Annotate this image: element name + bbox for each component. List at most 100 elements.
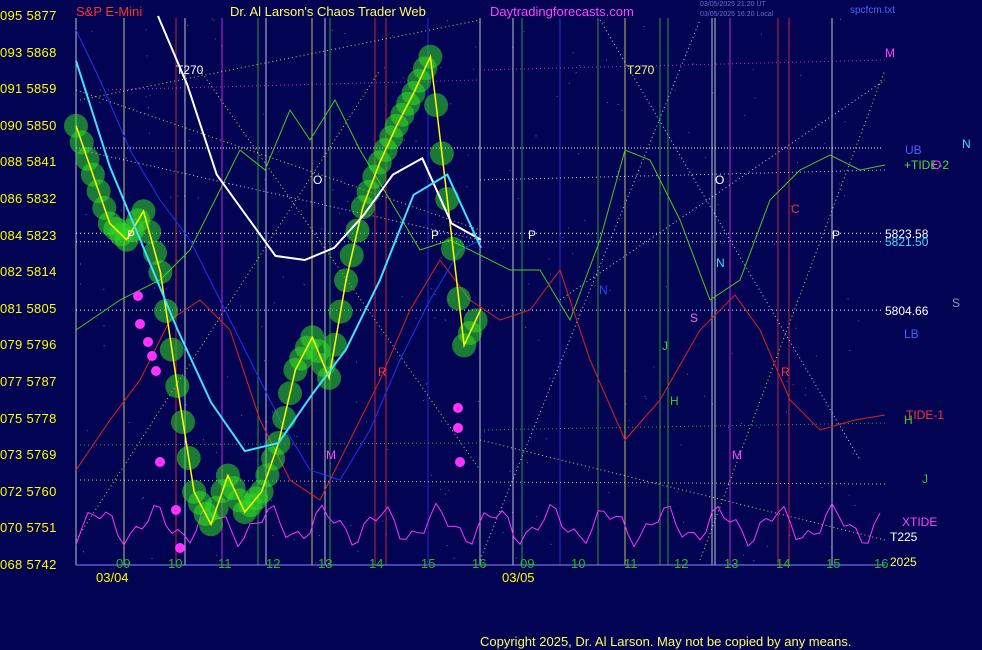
- y-tick-label: 086 5832: [0, 191, 57, 206]
- xtide-label: XTIDE: [902, 515, 938, 529]
- star-dot: [187, 24, 188, 26]
- star-dot: [536, 515, 538, 517]
- star-dot: [606, 59, 607, 61]
- star-dot: [786, 380, 788, 382]
- p-marker: P: [528, 228, 537, 242]
- x-hour-label: 12: [266, 556, 281, 571]
- star-dot: [705, 157, 707, 159]
- t270-marker: T270: [176, 63, 204, 77]
- star-dot: [272, 411, 273, 413]
- star-dot: [839, 183, 841, 185]
- star-dot: [550, 543, 552, 545]
- star-dot: [528, 283, 530, 285]
- star-dot: [752, 69, 754, 71]
- star-dot: [319, 535, 320, 537]
- star-dot: [538, 339, 540, 341]
- signal-dot: [171, 505, 181, 515]
- star-dot: [848, 494, 850, 496]
- star-dot: [556, 96, 558, 98]
- star-dot: [446, 20, 448, 21]
- star-dot: [509, 170, 511, 172]
- star-dot: [315, 562, 317, 564]
- y-tick-label: 081 5805: [0, 300, 57, 316]
- star-dot: [261, 326, 263, 328]
- n-label: N: [962, 137, 971, 151]
- star-dot: [263, 113, 265, 115]
- star-dot: [357, 550, 359, 552]
- timestamp-ut: 03/05/2025 21:20 UT: [700, 1, 766, 8]
- x-hour-label: 09: [520, 556, 535, 571]
- star-dot: [384, 67, 386, 69]
- m-label: M: [885, 46, 895, 60]
- t270-marker: T270: [627, 63, 655, 77]
- x-hour-label: 13: [318, 556, 333, 571]
- star-dot: [717, 203, 719, 205]
- star-dot: [441, 420, 443, 422]
- t225-label: T225: [890, 530, 918, 544]
- star-dot: [83, 551, 84, 553]
- star-dot: [125, 157, 127, 159]
- star-dot: [722, 242, 724, 244]
- x-hour-label: 10: [168, 556, 183, 571]
- x-hour-label: 12: [674, 556, 689, 571]
- star-dot: [240, 305, 242, 307]
- star-dot: [525, 327, 527, 329]
- star-dot: [211, 18, 213, 20]
- n-marker: N: [599, 283, 608, 297]
- star-dot: [785, 411, 787, 413]
- timestamp-local: 03/05/2025 16:20 Local: [700, 11, 774, 18]
- star-dot: [278, 150, 280, 152]
- star-dot: [423, 400, 425, 401]
- star-dot: [197, 197, 199, 199]
- tide2-label: +TIDE-2: [904, 158, 950, 172]
- star-dot: [677, 491, 679, 493]
- star-dot: [608, 491, 610, 493]
- star-dot: [151, 557, 153, 559]
- signal-dot: [135, 319, 145, 329]
- star-dot: [456, 146, 458, 148]
- star-dot: [85, 214, 87, 216]
- y-tick-label: 082 5814: [0, 264, 57, 280]
- star-dot: [674, 89, 676, 91]
- star-dot: [446, 545, 448, 547]
- m-marker: M: [732, 448, 742, 462]
- star-dot: [331, 29, 333, 31]
- star-dot: [628, 419, 630, 421]
- star-dot: [241, 414, 243, 416]
- signal-dot: [151, 366, 161, 376]
- star-dot: [621, 109, 623, 111]
- star-dot: [743, 554, 744, 556]
- star-dot: [227, 376, 229, 378]
- star-dot: [617, 171, 619, 172]
- star-dot: [568, 227, 570, 229]
- star-dot: [270, 499, 272, 501]
- star-dot: [588, 470, 590, 472]
- x-hour-label: 10: [571, 556, 586, 571]
- site-link[interactable]: Daytradingforecasts.com: [490, 4, 634, 19]
- star-dot: [188, 140, 190, 141]
- star-dot: [481, 260, 483, 261]
- star-dot: [274, 302, 276, 304]
- star-dot: [431, 474, 433, 476]
- star-dot: [687, 373, 689, 375]
- x-hour-label: 13: [724, 556, 739, 571]
- star-dot: [572, 253, 574, 255]
- star-dot: [453, 557, 455, 559]
- star-dot: [170, 196, 172, 198]
- star-dot: [401, 295, 403, 297]
- star-dot: [685, 54, 687, 56]
- x-hour-label: 11: [218, 556, 232, 571]
- star-dot: [120, 209, 122, 211]
- star-dot: [603, 22, 605, 24]
- star-dot: [852, 453, 854, 455]
- star-dot: [93, 446, 95, 448]
- star-dot: [398, 172, 400, 174]
- star-dot: [350, 525, 352, 526]
- star-dot: [844, 195, 846, 197]
- x-hour-label: 16: [874, 556, 889, 571]
- star-dot: [179, 230, 181, 232]
- star-dot: [586, 234, 588, 235]
- star-dot: [172, 151, 174, 152]
- x-date-label: 03/05: [502, 570, 535, 585]
- star-dot: [607, 102, 609, 103]
